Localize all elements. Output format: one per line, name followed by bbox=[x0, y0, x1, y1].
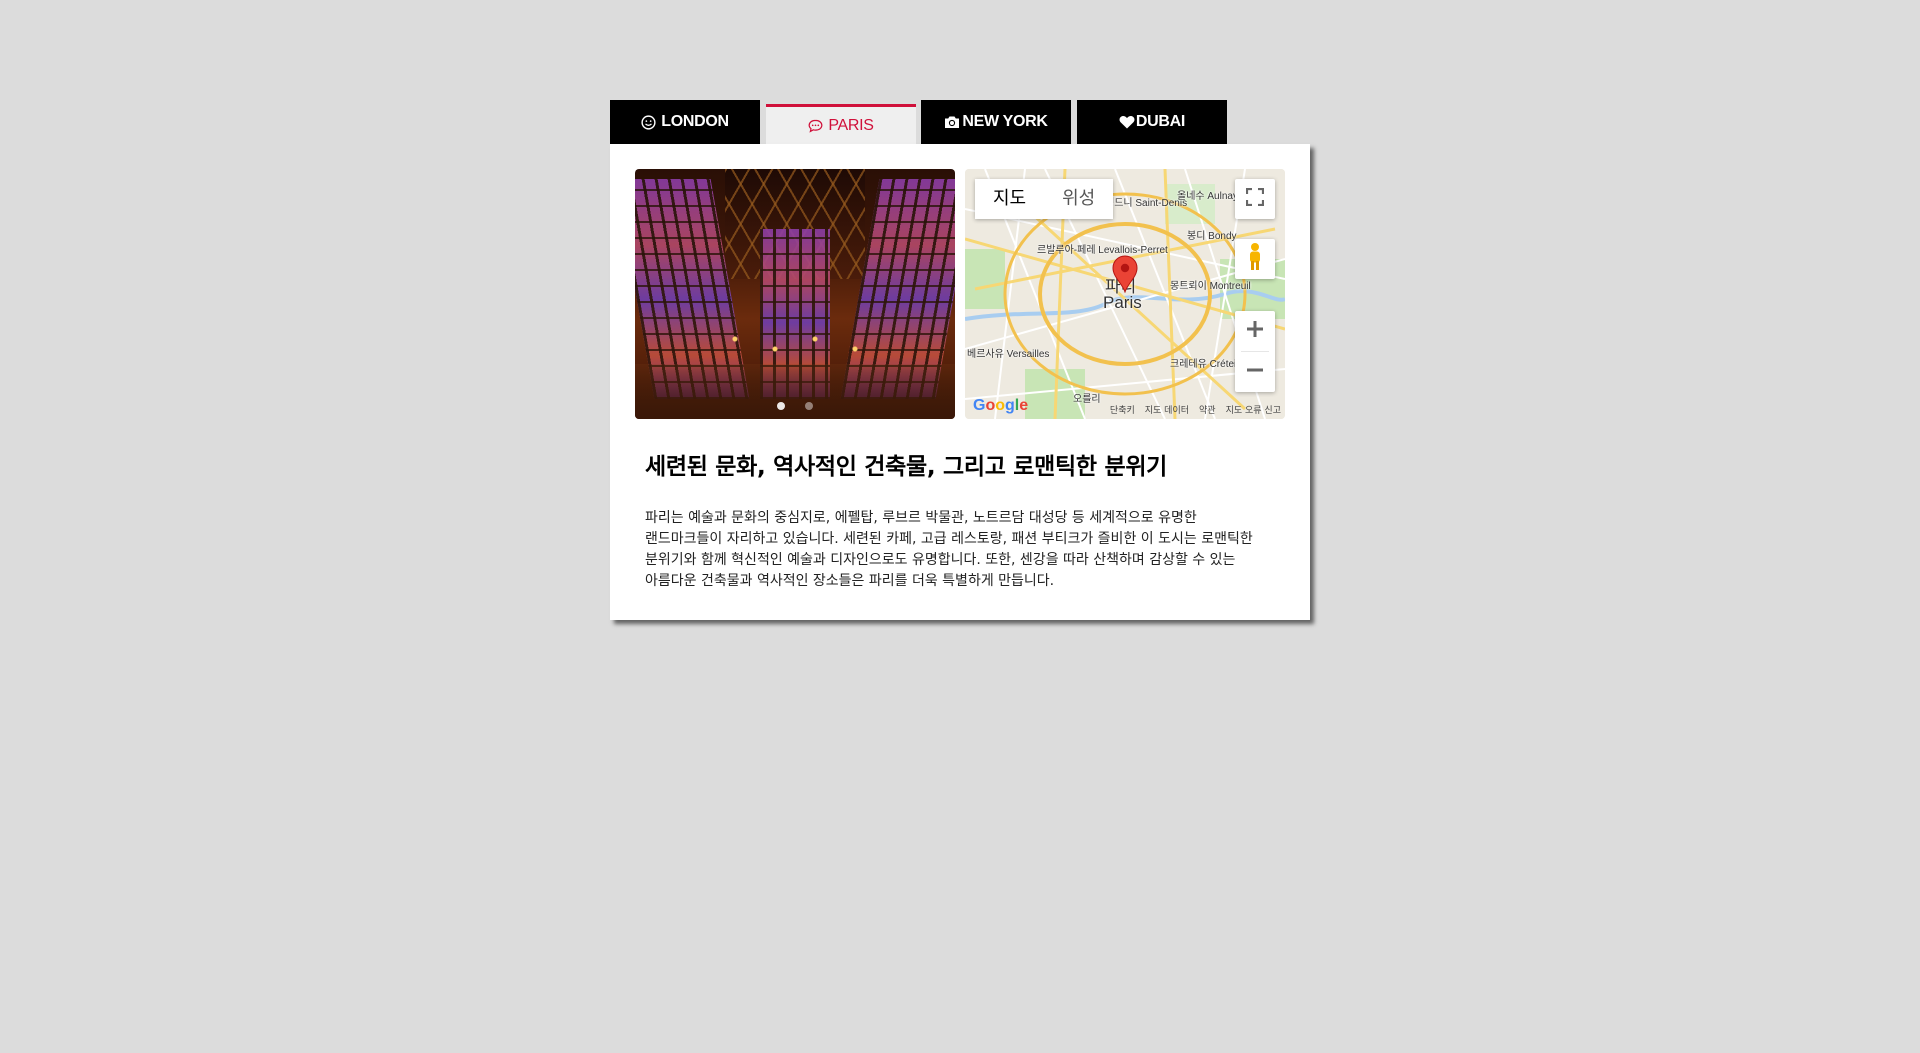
tab-label: DUBAI bbox=[1135, 113, 1186, 130]
chat-bubble-icon bbox=[808, 119, 823, 133]
pegman-icon bbox=[1246, 242, 1264, 276]
map-terms-link[interactable]: 약관 bbox=[1199, 403, 1216, 416]
google-logo: Google bbox=[973, 397, 1029, 414]
plus-icon bbox=[1246, 320, 1264, 342]
media-row: 생드니 Saint-Denis 올네수 Aulnay-sous 봉디 Bondy… bbox=[635, 169, 1285, 419]
map-type-map-button[interactable]: 지도 bbox=[975, 179, 1044, 219]
map-place-versailles: 베르사유 Versailles bbox=[967, 349, 1050, 360]
zoom-control bbox=[1235, 311, 1275, 392]
fullscreen-button[interactable] bbox=[1235, 179, 1275, 219]
map-place-bondy: 봉디 Bondy bbox=[1187, 231, 1237, 242]
map-place-orly: 오를리 bbox=[1073, 394, 1101, 405]
image-carousel[interactable] bbox=[635, 169, 955, 419]
carousel-dot-2[interactable] bbox=[805, 402, 813, 410]
tab-paris[interactable]: PARIS bbox=[766, 104, 916, 144]
minus-icon bbox=[1246, 361, 1264, 383]
map-report-link[interactable]: 지도 오류 신고 bbox=[1226, 403, 1281, 416]
tab-new-york[interactable]: NEW YORK bbox=[921, 100, 1071, 144]
map-type-satellite-button[interactable]: 위성 bbox=[1044, 179, 1113, 219]
content-body: 파리는 예술과 문화의 중심지로, 에펠탑, 루브르 박물관, 노트르담 대성당… bbox=[645, 510, 1253, 589]
content-title: 세련된 문화, 역사적인 건축물, 그리고 로맨틱한 분위기 bbox=[645, 454, 1168, 480]
cathedral-floor bbox=[635, 364, 955, 419]
fullscreen-icon bbox=[1245, 187, 1265, 210]
city-tabs-widget: LONDON PARIS NEW YORK DUBAI 생드니 Saint-De… bbox=[610, 100, 1310, 620]
carousel-dot-1[interactable] bbox=[777, 402, 785, 410]
chandelier-lights bbox=[695, 319, 895, 369]
map-shortcuts-link[interactable]: 단축키 bbox=[1110, 403, 1135, 416]
map-type-control: 지도 위성 bbox=[975, 179, 1114, 219]
map-data-link[interactable]: 지도 데이터 bbox=[1145, 403, 1189, 416]
tab-label: PARIS bbox=[828, 116, 874, 134]
street-view-button[interactable] bbox=[1235, 239, 1275, 279]
tab-dubai[interactable]: DUBAI bbox=[1077, 100, 1227, 144]
tab-label: LONDON bbox=[661, 113, 729, 130]
tab-london[interactable]: LONDON bbox=[610, 100, 760, 144]
zoom-out-button[interactable] bbox=[1235, 352, 1275, 392]
tab-label: NEW YORK bbox=[962, 113, 1048, 130]
smile-icon bbox=[641, 114, 656, 130]
map-place-levallois: 르발루아-페레 Levallois-Perret bbox=[1037, 245, 1168, 256]
map-footer: 단축키 지도 데이터 약관 지도 오류 신고 bbox=[1110, 403, 1281, 416]
map-place-creteil: 크레테유 Créteil bbox=[1170, 359, 1239, 370]
google-map[interactable]: 생드니 Saint-Denis 올네수 Aulnay-sous 봉디 Bondy… bbox=[965, 169, 1285, 419]
map-marker-icon[interactable] bbox=[1112, 255, 1138, 297]
zoom-in-button[interactable] bbox=[1235, 311, 1275, 351]
tab-bar: LONDON PARIS NEW YORK DUBAI bbox=[610, 100, 1310, 144]
heart-icon bbox=[1119, 115, 1135, 129]
tab-panel-paris: 생드니 Saint-Denis 올네수 Aulnay-sous 봉디 Bondy… bbox=[610, 144, 1310, 620]
carousel-dots bbox=[635, 402, 955, 410]
map-place-montreuil: 몽트뢰이 Montreuil bbox=[1170, 281, 1251, 292]
camera-icon bbox=[944, 115, 960, 129]
map-place-saint-denis: 생드니 Saint-Denis bbox=[1105, 198, 1188, 209]
